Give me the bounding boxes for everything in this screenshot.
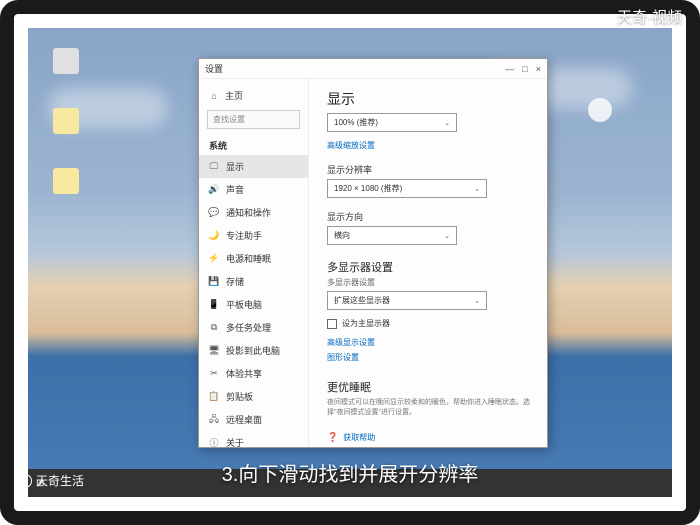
resolution-label: 显示分辨率 <box>327 163 533 176</box>
titlebar: 设置 — □ × <box>199 59 547 79</box>
sidebar-item-label: 关于 <box>226 436 244 447</box>
sidebar-item[interactable]: 🌙 专注助手 <box>199 224 308 247</box>
desktop-wallpaper: 设置 — □ × ⌂ 主页 查找设置 系统 🖵 显示 🔊 声音 💬 通知和操作 🌙 专注助手 ⚡… <box>28 28 672 497</box>
nav-icon: 📱 <box>209 300 219 310</box>
help-icon: ❓ <box>327 432 338 443</box>
get-help-link[interactable]: ❓ 获取帮助 <box>327 432 533 443</box>
multi-display-dropdown[interactable]: 扩展这些显示器 ⌄ <box>327 291 487 310</box>
decor-moon <box>588 98 612 122</box>
maximize-button[interactable]: □ <box>522 64 527 74</box>
sidebar-item[interactable]: ⚡ 电源和睡眠 <box>199 247 308 270</box>
chevron-down-icon: ⌄ <box>444 119 450 127</box>
sidebar: ⌂ 主页 查找设置 系统 🖵 显示 🔊 声音 💬 通知和操作 🌙 专注助手 ⚡ 电源和睡眠 💾 存储 📱… <box>199 79 309 447</box>
sidebar-item[interactable]: 🔊 声音 <box>199 178 308 201</box>
graphics-settings-link[interactable]: 图形设置 <box>327 352 533 363</box>
advanced-display-link[interactable]: 高级显示设置 <box>327 337 533 348</box>
chevron-down-icon: ⌄ <box>474 297 480 305</box>
sidebar-item-label: 专注助手 <box>226 229 262 242</box>
nav-icon: 💾 <box>209 277 219 287</box>
sidebar-item-label: 声音 <box>226 183 244 196</box>
sidebar-item[interactable]: 🖥 投影到此电脑 <box>199 339 308 362</box>
nav-icon: ✂ <box>209 369 219 379</box>
sidebar-item-label: 远程桌面 <box>226 413 262 426</box>
sidebar-item-label: 通知和操作 <box>226 206 271 219</box>
nav-icon: 📋 <box>209 392 219 402</box>
home-label: 主页 <box>225 89 243 102</box>
chevron-down-icon: ⌄ <box>444 232 450 240</box>
checkbox-icon <box>327 319 337 329</box>
home-icon: ⌂ <box>209 91 219 101</box>
sidebar-item[interactable]: 🖧 远程桌面 <box>199 408 308 431</box>
sidebar-item[interactable]: 📋 剪贴板 <box>199 385 308 408</box>
nav-icon: 🖵 <box>209 162 219 172</box>
page-heading: 显示 <box>327 89 533 109</box>
window-title: 设置 <box>205 62 223 75</box>
watermark-top: 天奇·视频 <box>617 6 682 27</box>
nav-icon: 🌙 <box>209 231 219 241</box>
multi-display-heading: 多显示器设置 <box>327 259 533 275</box>
resolution-dropdown[interactable]: 1920 × 1080 (推荐) ⌄ <box>327 179 487 198</box>
multi-display-label: 多显示器设置 <box>327 277 533 288</box>
nav-icon: 🖧 <box>209 415 219 425</box>
sidebar-item[interactable]: 📱 平板电脑 <box>199 293 308 316</box>
sidebar-item-label: 体验共享 <box>226 367 262 380</box>
video-caption: 3.向下滑动找到并展开分辨率 <box>222 458 479 487</box>
desktop-icon-recycle[interactable] <box>48 48 84 90</box>
watermark-bottom: Q 天奇生活 <box>18 472 84 489</box>
nav-icon: ⓘ <box>209 438 219 448</box>
nav-icon: 🔊 <box>209 185 219 195</box>
logo-icon: Q <box>18 474 32 488</box>
close-button[interactable]: × <box>536 64 541 74</box>
desktop-icon-folder[interactable] <box>48 168 84 210</box>
primary-display-checkbox[interactable]: 设为主显示器 <box>327 318 533 329</box>
settings-window: 设置 — □ × ⌂ 主页 查找设置 系统 🖵 显示 🔊 声音 💬 通知和操作 🌙 专注助手 ⚡… <box>198 58 548 448</box>
sidebar-item[interactable]: ⓘ 关于 <box>199 431 308 447</box>
sidebar-item[interactable]: 🖵 显示 <box>199 155 308 178</box>
sidebar-item[interactable]: ⧉ 多任务处理 <box>199 316 308 339</box>
orientation-dropdown[interactable]: 横向 ⌄ <box>327 226 457 245</box>
nav-icon: ⚡ <box>209 254 219 264</box>
sidebar-item-label: 显示 <box>226 160 244 173</box>
sidebar-item[interactable]: 💬 通知和操作 <box>199 201 308 224</box>
scale-dropdown[interactable]: 100% (推荐) ⌄ <box>327 113 457 132</box>
nav-icon: 💬 <box>209 208 219 218</box>
sidebar-item-label: 投影到此电脑 <box>226 344 280 357</box>
better-sleep-heading: 更优睡眠 <box>327 379 533 395</box>
sidebar-item[interactable]: ✂ 体验共享 <box>199 362 308 385</box>
nav-icon: ⧉ <box>209 323 219 333</box>
minimize-button[interactable]: — <box>505 64 514 74</box>
sidebar-item-label: 多任务处理 <box>226 321 271 334</box>
home-button[interactable]: ⌂ 主页 <box>199 85 308 106</box>
advanced-scale-link[interactable]: 高级缩放设置 <box>327 140 533 151</box>
content-area[interactable]: 显示 100% (推荐) ⌄ 高级缩放设置 显示分辨率 1920 × 1080 … <box>309 79 547 447</box>
sidebar-item-label: 剪贴板 <box>226 390 253 403</box>
search-input[interactable]: 查找设置 <box>207 110 300 129</box>
orientation-label: 显示方向 <box>327 210 533 223</box>
sidebar-item-label: 平板电脑 <box>226 298 262 311</box>
desktop-icon-folder[interactable] <box>48 108 84 150</box>
sidebar-item[interactable]: 💾 存储 <box>199 270 308 293</box>
nav-icon: 🖥 <box>209 346 219 356</box>
chevron-down-icon: ⌄ <box>474 185 480 193</box>
better-sleep-text: 夜间模式可以在晚间显示较柔和的暖色，帮助你进入睡眠状态。选择"夜间模式设置"进行… <box>327 398 533 418</box>
sidebar-item-label: 电源和睡眠 <box>226 252 271 265</box>
sidebar-item-label: 存储 <box>226 275 244 288</box>
category-label: 系统 <box>199 133 308 155</box>
